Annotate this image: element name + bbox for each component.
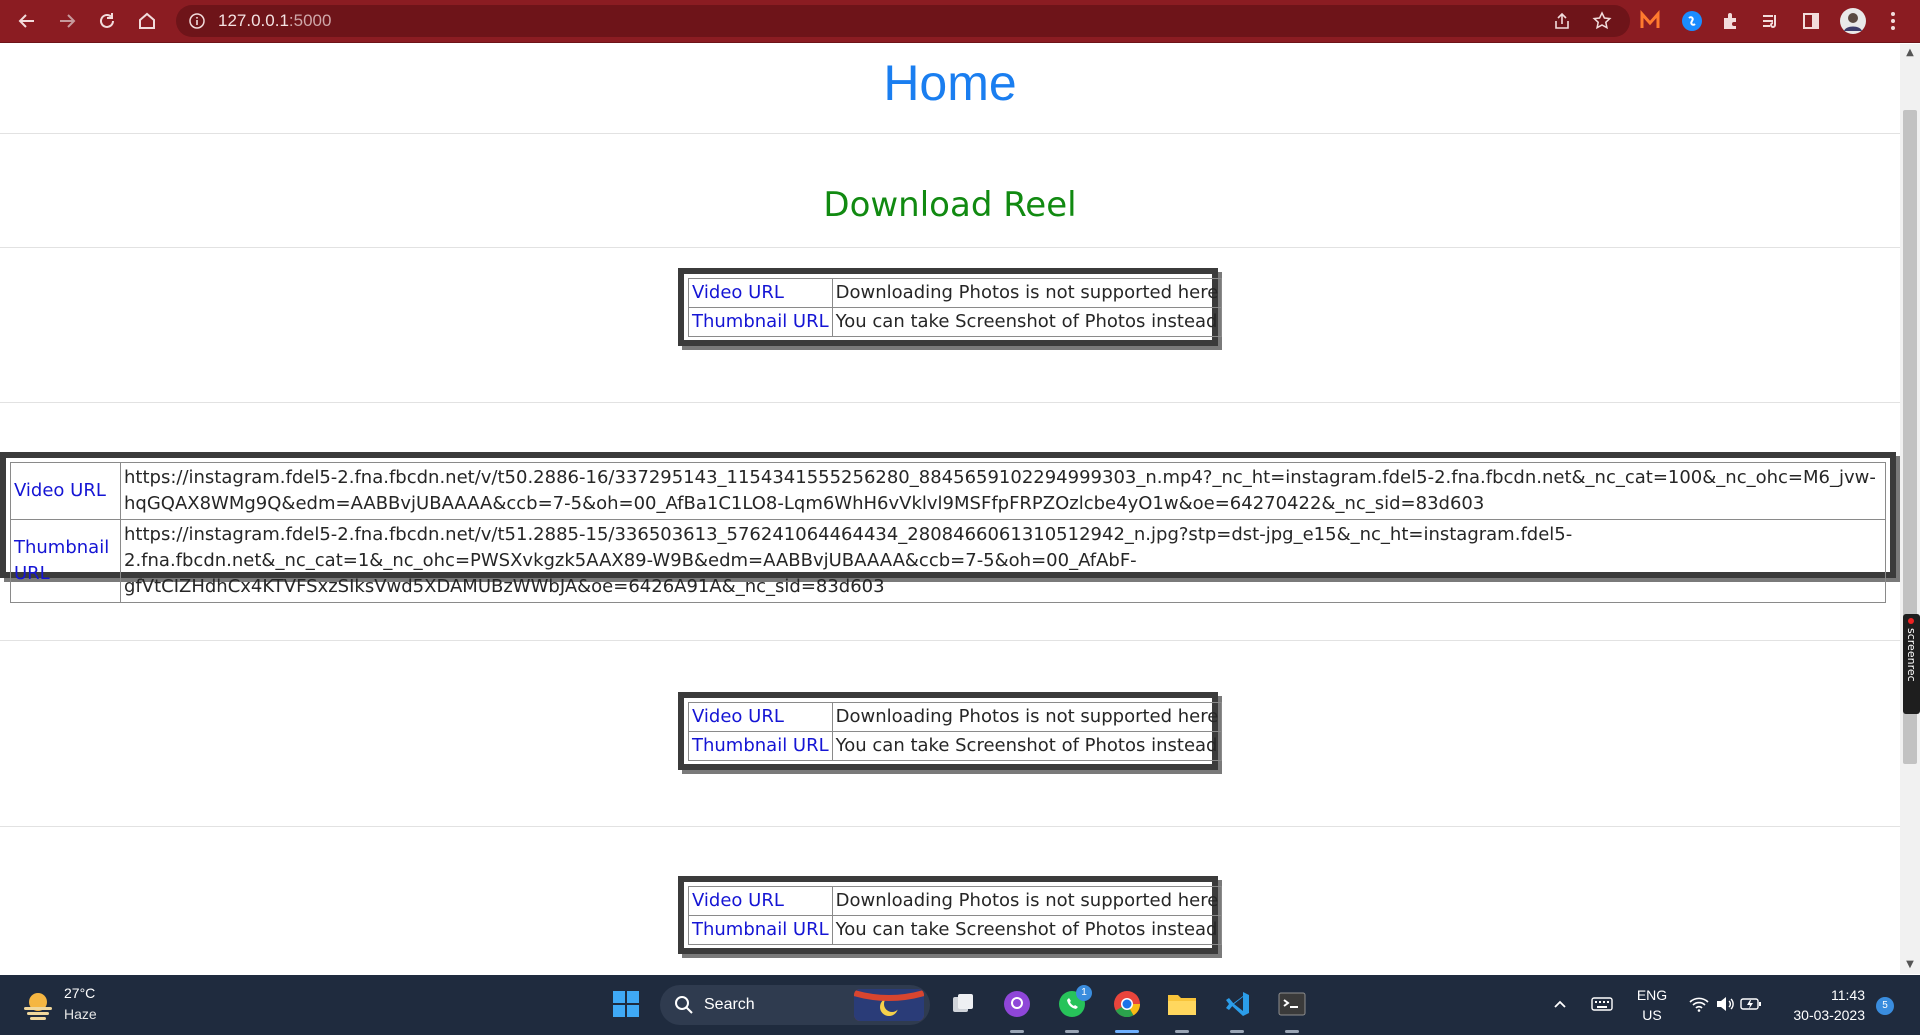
search-highlight-icon [854, 989, 924, 1021]
clock-date[interactable]: 30-03-2023 [1775, 1007, 1865, 1023]
result-table: Video URL https://instagram.fdel5-2.fna.… [0, 452, 1896, 603]
language-top[interactable]: ENG [1630, 987, 1674, 1003]
vscode-icon[interactable] [1220, 987, 1254, 1021]
screenrec-widget[interactable]: screenrec [1903, 614, 1920, 714]
vertical-scrollbar[interactable]: ▲ ▼ [1900, 44, 1920, 974]
scroll-down-icon[interactable]: ▼ [1905, 960, 1915, 970]
taskbar: 27°C Haze Search 1 ENG US 11:43 30-03-20… [0, 975, 1920, 1035]
table-row: Video URL Downloading Photos is not supp… [688, 278, 1223, 308]
media-control-icon[interactable] [1756, 6, 1786, 36]
bookmark-star-icon[interactable] [1592, 11, 1612, 31]
page-content: Home Download Reel Video URL Downloading… [0, 44, 1900, 974]
search-label: Search [704, 996, 755, 1013]
active-indicator [1115, 1030, 1139, 1033]
extension-shazam-icon[interactable] [1677, 6, 1707, 36]
github-icon[interactable] [1000, 987, 1034, 1021]
extensions-puzzle-icon[interactable] [1716, 6, 1746, 36]
whatsapp-badge: 1 [1076, 985, 1092, 1001]
keyboard-icon[interactable] [1585, 987, 1619, 1021]
notification-count-badge[interactable]: 5 [1876, 997, 1894, 1015]
result-table: Video URL Downloading Photos is not supp… [678, 876, 1223, 954]
menu-kebab-icon[interactable] [1878, 6, 1908, 36]
table-row: Video URL https://instagram.fdel5-2.fna.… [10, 462, 1886, 520]
active-indicator [1285, 1030, 1299, 1033]
active-indicator [1230, 1030, 1244, 1033]
divider [0, 826, 1900, 827]
video-url-link[interactable]: Video URL [688, 278, 833, 308]
home-icon[interactable] [132, 6, 162, 36]
battery-icon[interactable] [1736, 987, 1766, 1021]
url-text: 127.0.0.1:5000 [218, 11, 332, 30]
weather-haze-icon[interactable] [20, 987, 56, 1023]
divider [0, 640, 1900, 641]
profile-avatar[interactable] [1838, 6, 1868, 36]
video-url-link[interactable]: Video URL [688, 886, 833, 916]
chrome-icon[interactable] [1110, 987, 1144, 1021]
thumbnail-url-link[interactable]: Thumbnail URL [688, 307, 833, 337]
table-row: Thumbnail URL https://instagram.fdel5-2.… [10, 519, 1886, 603]
share-icon[interactable] [1552, 11, 1572, 31]
thumbnail-url-value: https://instagram.fdel5-2.fna.fbcdn.net/… [120, 519, 1886, 603]
thumbnail-url-link[interactable]: Thumbnail URL [10, 519, 121, 603]
thumbnail-url-value: You can take Screenshot of Photos instea… [831, 915, 1223, 945]
thumbnail-url-value: You can take Screenshot of Photos instea… [831, 307, 1223, 337]
thumbnail-url-link[interactable]: Thumbnail URL [688, 915, 833, 945]
divider [0, 402, 1900, 403]
result-table: Video URL Downloading Photos is not supp… [678, 692, 1223, 770]
video-url-value: Downloading Photos is not supported here [831, 886, 1223, 916]
table-row: Thumbnail URL You can take Screenshot of… [688, 307, 1223, 337]
screenrec-label: screenrec [1905, 628, 1918, 682]
video-url-link[interactable]: Video URL [10, 462, 121, 520]
table-row: Video URL Downloading Photos is not supp… [688, 702, 1223, 732]
scroll-up-icon[interactable]: ▲ [1905, 48, 1915, 58]
task-view-icon[interactable] [946, 987, 980, 1021]
thumbnail-url-value: You can take Screenshot of Photos instea… [831, 731, 1223, 761]
page-subtitle: Download Reel [823, 185, 1077, 225]
video-url-link[interactable]: Video URL [688, 702, 833, 732]
clock-time[interactable]: 11:43 [1775, 987, 1865, 1003]
language-bottom[interactable]: US [1630, 1007, 1674, 1023]
video-url-value: https://instagram.fdel5-2.fna.fbcdn.net/… [120, 462, 1886, 520]
taskbar-search[interactable]: Search [660, 985, 930, 1025]
site-info-icon[interactable] [188, 12, 206, 30]
thumbnail-url-link[interactable]: Thumbnail URL [688, 731, 833, 761]
table-row: Thumbnail URL You can take Screenshot of… [688, 915, 1223, 945]
page-title: Home [883, 55, 1017, 111]
video-url-value: Downloading Photos is not supported here [831, 702, 1223, 732]
divider [0, 247, 1900, 248]
file-explorer-icon[interactable] [1165, 987, 1199, 1021]
table-row: Video URL Downloading Photos is not supp… [688, 886, 1223, 916]
table-row: Thumbnail URL You can take Screenshot of… [688, 731, 1223, 761]
active-indicator [1175, 1030, 1189, 1033]
forward-icon[interactable] [52, 6, 82, 36]
address-bar[interactable]: 127.0.0.1:5000 [176, 5, 1630, 37]
active-indicator [1010, 1030, 1024, 1033]
back-icon[interactable] [12, 6, 42, 36]
weather-temperature: 27°C [64, 985, 96, 1001]
result-table: Video URL Downloading Photos is not supp… [678, 268, 1223, 346]
side-panel-icon[interactable] [1796, 6, 1826, 36]
record-dot-icon [1908, 618, 1914, 624]
reload-icon[interactable] [92, 6, 122, 36]
weather-description: Haze [64, 1006, 97, 1022]
active-indicator [1065, 1030, 1079, 1033]
windows-start-icon[interactable] [609, 987, 643, 1021]
search-icon [675, 996, 693, 1014]
video-url-value: Downloading Photos is not supported here [831, 278, 1223, 308]
terminal-icon[interactable] [1275, 987, 1309, 1021]
browser-toolbar: 127.0.0.1:5000 [0, 0, 1920, 43]
show-hidden-icons-chevron-icon[interactable] [1545, 987, 1575, 1021]
extension-m-icon[interactable] [1635, 6, 1665, 36]
divider [0, 133, 1900, 134]
